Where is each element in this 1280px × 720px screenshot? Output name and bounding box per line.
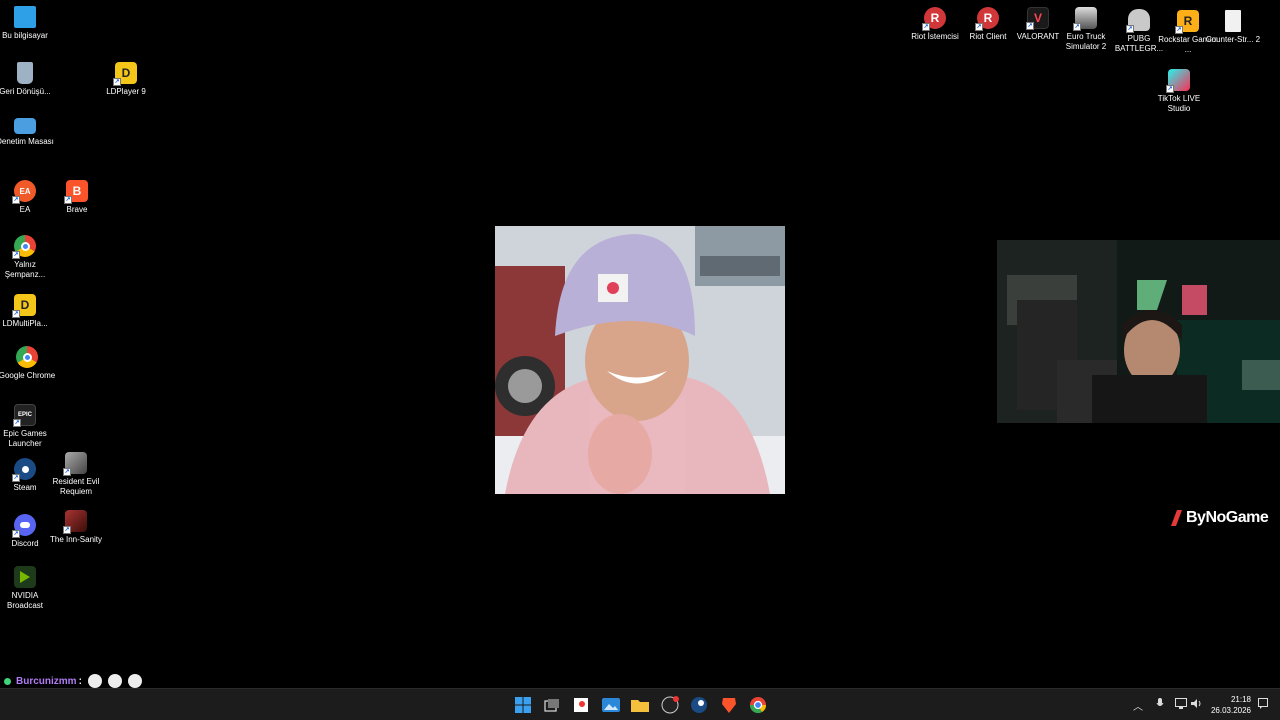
pubg-icon: ↗ bbox=[1126, 9, 1150, 33]
webcam-feed bbox=[997, 240, 1280, 423]
desktop-icon-recycle-bin[interactable]: Geri Dönüşü... bbox=[0, 62, 53, 97]
desktop-icon-inn-sanity[interactable]: ↗ The Inn-Sanity bbox=[48, 510, 104, 545]
volume-icon[interactable] bbox=[1191, 698, 1202, 712]
ldplayer-icon: D ↗ bbox=[113, 62, 137, 86]
system-clock[interactable]: 21:18 26.03.2026 bbox=[1211, 694, 1251, 716]
task-view-button[interactable] bbox=[542, 695, 562, 715]
desktop-icon-euro-truck[interactable]: ↗ Euro Truck Simulator 2 bbox=[1058, 7, 1114, 52]
desktop-icon-nvidia-broadcast[interactable]: NVIDIA Broadcast bbox=[0, 566, 53, 611]
desktop-icon-tiktok-live[interactable]: ↗ TikTok LIVE Studio bbox=[1151, 69, 1207, 114]
file-icon bbox=[1225, 10, 1241, 32]
notifications-icon[interactable] bbox=[1258, 698, 1268, 712]
monitor-icon bbox=[14, 6, 36, 28]
chat-emote-icon bbox=[127, 674, 142, 688]
ldmultiplayer-icon: D ↗ bbox=[12, 294, 36, 318]
discord-icon: ↗ bbox=[12, 514, 36, 538]
truck-icon: ↗ bbox=[1073, 7, 1097, 31]
file-explorer-button[interactable] bbox=[630, 695, 650, 715]
obs-button[interactable] bbox=[660, 695, 680, 715]
snipping-tool-button[interactable] bbox=[571, 695, 591, 715]
chrome-profile-icon: ↗ bbox=[12, 235, 36, 259]
windows-start-icon bbox=[515, 697, 531, 713]
steam-taskbar-button[interactable] bbox=[689, 695, 709, 715]
chat-emote-icon bbox=[107, 674, 122, 688]
start-button[interactable] bbox=[513, 695, 533, 715]
task-view-icon bbox=[544, 699, 559, 712]
ea-icon: EA ↗ bbox=[12, 180, 36, 204]
clock-time: 21:18 bbox=[1230, 695, 1251, 704]
brave-icon: B ↗ bbox=[64, 180, 88, 204]
snipping-icon bbox=[574, 698, 588, 712]
webcam-overlay bbox=[997, 240, 1280, 423]
steam-icon bbox=[691, 697, 707, 713]
microphone-icon[interactable] bbox=[1156, 698, 1164, 712]
chat-separator: : bbox=[78, 675, 82, 687]
chat-username: Burcunizmm bbox=[16, 675, 77, 687]
desktop-icon-brave[interactable]: B ↗ Brave bbox=[49, 180, 105, 215]
riot-icon: R ↗ bbox=[975, 7, 999, 31]
bynogame-logo-icon bbox=[1171, 510, 1182, 526]
desktop-icon-riot-istemcisi[interactable]: R ↗ Riot İstemcisi bbox=[907, 7, 963, 42]
chat-overlay: Burcunizmm : bbox=[4, 674, 148, 688]
desktop-icon-counter-strike[interactable]: Counter-Str... 2 bbox=[1205, 10, 1261, 45]
control-panel-icon bbox=[14, 118, 36, 134]
riot-icon: R ↗ bbox=[922, 7, 946, 31]
clock-date: 26.03.2026 bbox=[1210, 706, 1251, 715]
bynogame-watermark: ByNoGame bbox=[1169, 509, 1269, 527]
network-icon[interactable] bbox=[1175, 698, 1187, 712]
desktop-icon-ldmultiplayer[interactable]: D ↗ LDMultiPla... bbox=[0, 294, 53, 329]
person-photo bbox=[495, 226, 785, 494]
photos-button[interactable] bbox=[601, 695, 621, 715]
chrome-icon bbox=[16, 346, 38, 368]
inn-sanity-icon: ↗ bbox=[63, 510, 87, 534]
desktop-icon-control-panel[interactable]: Denetim Masası bbox=[0, 118, 54, 147]
valorant-icon: V ↗ bbox=[1026, 7, 1049, 30]
desktop-icon-resident-evil[interactable]: ↗ Resident Evil Requiem bbox=[48, 452, 104, 497]
nvidia-broadcast-icon bbox=[14, 566, 36, 588]
tray-overflow-chevron-icon[interactable]: ︿ bbox=[1133, 698, 1143, 713]
chat-emote-icon bbox=[87, 674, 102, 688]
chrome-taskbar-button[interactable] bbox=[748, 695, 768, 715]
desktop-icon-yalniz-sempanzi[interactable]: ↗ Yalnız Şempanz... bbox=[0, 235, 53, 280]
desktop-icon-google-chrome[interactable]: Google Chrome bbox=[0, 346, 55, 381]
brave-taskbar-button[interactable] bbox=[719, 695, 739, 715]
stream-photo-overlay bbox=[495, 226, 785, 494]
rockstar-icon: R ↗ bbox=[1175, 10, 1199, 34]
epic-games-icon: EPIC ↗ bbox=[13, 404, 36, 427]
photos-icon bbox=[602, 698, 620, 712]
steam-icon: ↗ bbox=[12, 458, 36, 482]
desktop-icon-this-pc[interactable]: Bu bilgisayar bbox=[0, 6, 53, 41]
desktop-icon-ldplayer9[interactable]: D ↗ LDPlayer 9 bbox=[98, 62, 154, 97]
brave-icon bbox=[722, 698, 736, 713]
folder-icon bbox=[631, 700, 649, 712]
resident-evil-icon: ↗ bbox=[63, 452, 87, 476]
obs-icon bbox=[661, 696, 679, 714]
online-status-icon bbox=[4, 677, 11, 685]
desktop-icon-epic-games[interactable]: EPIC ↗ Epic Games Launcher bbox=[0, 404, 53, 449]
taskbar: ︿ 21:18 26.03.2026 bbox=[0, 688, 1280, 720]
brand-text: ByNoGame bbox=[1186, 509, 1269, 526]
tiktok-live-icon: ↗ bbox=[1166, 69, 1190, 93]
recycle-bin-icon bbox=[17, 62, 33, 84]
chrome-icon bbox=[749, 697, 767, 714]
